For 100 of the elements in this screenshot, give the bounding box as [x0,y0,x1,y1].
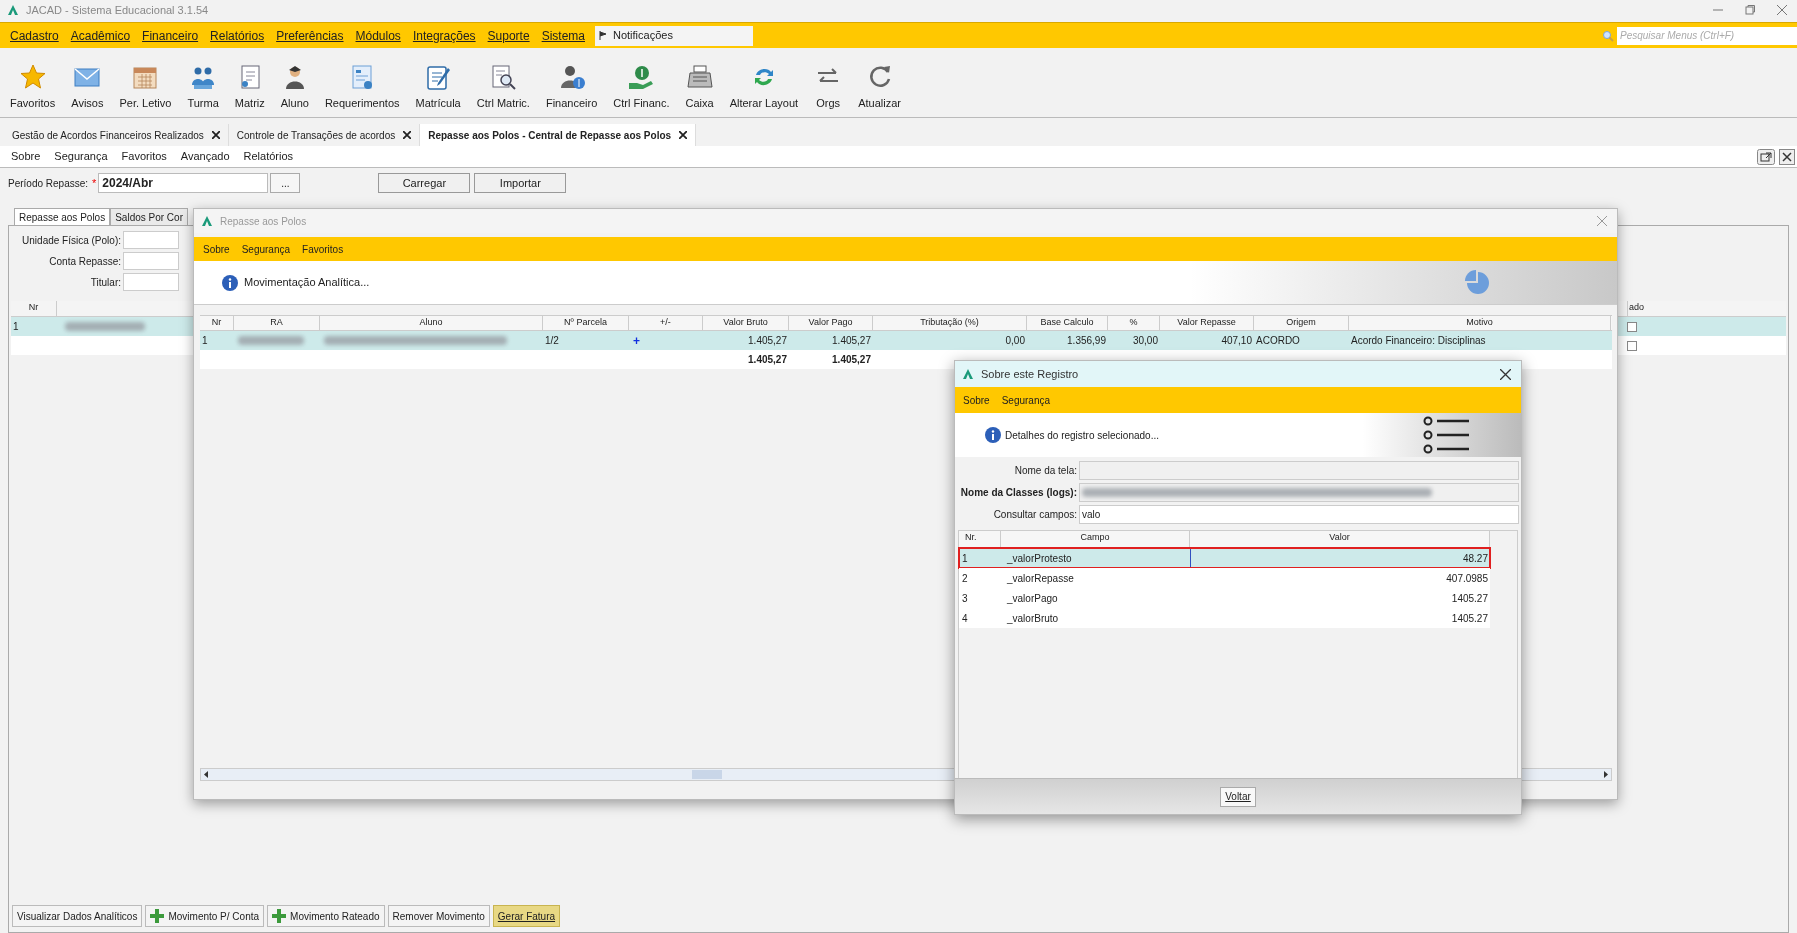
column-header: Nº Parcela [543,316,629,330]
close-icon[interactable] [1779,148,1795,165]
column-header: Nr [11,301,57,316]
toolbar-button[interactable]: Orgs [814,62,843,111]
table-row[interactable]: 1 _valorProtesto 48.27 [959,548,1490,568]
total-cell-text: 1.405,27 [747,353,788,367]
document-tab[interactable]: Repasse aos Polos - Central de Repasse aos Polos [420,124,697,146]
menu-item[interactable]: Segurança [995,392,1057,408]
table-cell-text: _valorPago [1006,591,1059,606]
total-cell-text: 1.405,27 [831,353,872,367]
table-cell-text: 1.356,99 [1066,334,1107,348]
toolbar-button[interactable]: Matriz [234,62,265,111]
info-icon [222,274,238,291]
toolbar-button[interactable]: Matrícula [415,62,461,111]
toolbar-button[interactable]: Ctrl Financ. [613,62,670,111]
menu-item[interactable]: Relatórios [236,148,301,165]
action-button[interactable]: Movimento P/ Conta [145,905,265,927]
column-header: Motivo [1349,316,1611,330]
menu-item[interactable]: Sobre [957,392,996,408]
panel-tab[interactable]: Repasse aos Polos [14,208,111,225]
toolbar-button[interactable]: Alterar Layout [729,62,799,111]
input-field[interactable] [1079,461,1519,480]
panel-tab[interactable]: Saldos Por Cor [110,208,188,225]
column-header: ado [1627,301,1665,316]
input-field[interactable]: valo [1079,505,1519,524]
table-row[interactable]: 2 _valorRepasse 407.0985 [959,568,1490,588]
table-cell-text: _valorProtesto [1006,551,1073,566]
menu-item[interactable]: Acadêmico [64,26,137,45]
table-row[interactable]: 4 _valorBruto 1405.27 [959,608,1490,628]
checkbox[interactable] [1627,321,1637,332]
restore-icon[interactable] [1745,5,1755,15]
toolbar-button[interactable]: Ctrl Matric. [476,62,530,111]
action-button[interactable]: Importar [474,173,567,193]
column-header: Aluno [320,316,543,330]
menu-item[interactable]: Segurança [235,241,297,257]
search-icon [1602,29,1614,42]
plus-icon [272,909,287,923]
menu-item[interactable]: Favoritos [296,241,350,257]
action-button[interactable]: Movimento Rateado [267,905,385,927]
toolbar-button[interactable]: Avisos [71,62,104,111]
star-icon [18,62,47,91]
cash-register-icon [685,62,714,91]
browse-button[interactable]: ... [270,173,301,193]
back-button[interactable]: Voltar [1220,786,1256,807]
table-row[interactable]: 1 1/2 + 1.405,27 1.405,27 0,00 1.356,99 30,00 407,10 ACORDO Acordo Financeiro: Disciplinas [200,331,1612,350]
menu-item[interactable]: Suporte [481,26,536,45]
menu-item[interactable]: Preferências [270,26,350,45]
menu-item[interactable]: Integrações [406,26,482,45]
action-button[interactable]: Visualizar Dados Analíticos [12,905,143,927]
scrollbar-thumb[interactable] [692,770,722,779]
toolbar-button[interactable]: Favoritos [10,62,56,111]
menu-item[interactable]: Módulos [349,26,407,45]
toolbar-button[interactable]: Turma [187,62,219,111]
input-field[interactable] [1079,483,1519,502]
toolbar-button[interactable]: Per. Letivo [119,62,172,111]
plus-sign: + [633,333,640,348]
toolbar-button[interactable]: Atualizar [858,62,901,111]
toolbar-button[interactable]: Financeiro [545,62,598,111]
menu-item[interactable]: Sobre [197,241,236,257]
input-field[interactable] [123,231,179,249]
search-field[interactable]: Pesquisar Menus (Ctrl+F) [1617,26,1797,45]
table-row[interactable]: 3 _valorPago 1405.27 [959,588,1490,608]
column-header: RA [234,316,320,330]
menu-item[interactable]: Cadastro [4,26,65,45]
checkbox[interactable] [1627,340,1637,351]
period-field[interactable]: 2024/Abr [98,173,269,193]
action-button[interactable]: Remover Movimento [387,905,490,927]
column-header: Origem [1254,316,1349,330]
toolbar-button[interactable]: Caixa [685,62,714,111]
input-field[interactable] [123,273,179,291]
column-header: Base Calculo [1027,316,1108,330]
action-button[interactable]: Gerar Fatura [492,905,561,927]
notifications-button[interactable]: Notificações [595,25,753,46]
field-label: Titular: [90,275,121,290]
menu-item[interactable]: Avançado [173,148,237,165]
menu-item[interactable]: Sobre [4,148,48,165]
toolbar-button[interactable]: Requerimentos [324,62,400,111]
field-label: Período Repasse: [8,176,89,191]
plus-icon [150,909,165,923]
close-icon [211,131,220,139]
table-cell-text: 407,10 [1220,334,1253,348]
field-label: Consultar campos: [992,508,1077,522]
table-cell-text: 30,00 [1131,334,1159,348]
flag-icon [599,31,607,40]
action-button[interactable]: Carregar [378,173,471,193]
menu-item[interactable]: Sistema [535,26,591,45]
close-icon[interactable] [1500,368,1511,380]
external-window-icon[interactable] [1757,148,1775,165]
table-cell-text: 1 [12,320,20,334]
toolbar-button[interactable]: Aluno [280,62,309,111]
menu-item[interactable]: Favoritos [114,148,174,165]
table-cell-text: 1405.27 [1450,591,1489,606]
menu-item[interactable]: Financeiro [136,26,205,45]
info-icon [985,427,1001,443]
table-cell-text: 407.0985 [1445,571,1489,586]
menu-item[interactable]: Segurança [47,148,115,165]
menu-item[interactable]: Relatórios [204,26,271,45]
table-cell-text: 1405.27 [1450,611,1489,626]
redacted-text [238,336,305,345]
input-field[interactable] [123,252,179,270]
